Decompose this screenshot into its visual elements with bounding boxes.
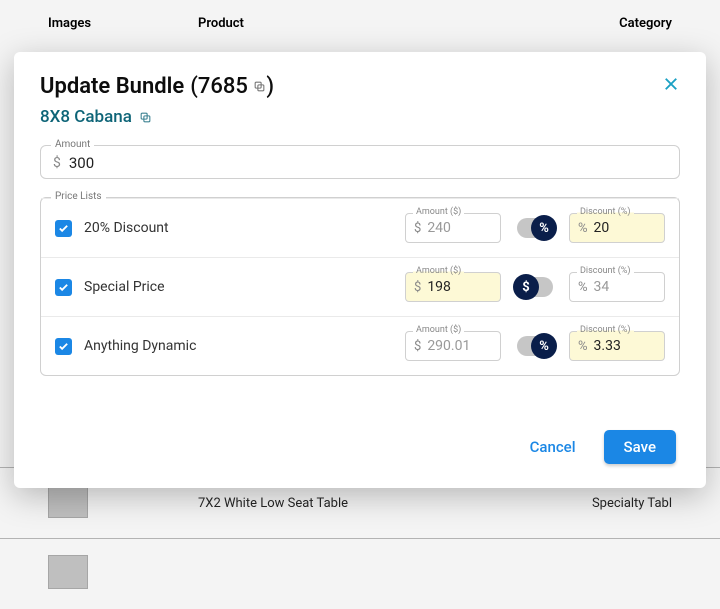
amount-field[interactable]: Amount ($) $ 290.01: [405, 331, 501, 361]
discount-value: 20: [594, 220, 656, 236]
discount-value: 34: [594, 279, 656, 295]
checkbox[interactable]: [55, 338, 72, 355]
percent-icon: %: [531, 215, 557, 241]
price-list-name: Anything Dynamic: [84, 338, 405, 354]
checkbox[interactable]: [55, 279, 72, 296]
save-button[interactable]: Save: [604, 430, 676, 464]
checkbox[interactable]: [55, 220, 72, 237]
discount-field[interactable]: Discount (%) % 3.33: [569, 331, 665, 361]
copy-icon[interactable]: [253, 80, 266, 93]
dollar-icon: $: [513, 274, 539, 300]
mode-toggle[interactable]: $: [517, 277, 553, 297]
price-list-name: 20% Discount: [84, 220, 405, 236]
price-lists-section: Price Lists 20% Discount Amount ($) $ 24…: [40, 197, 680, 376]
dollar-icon: $: [414, 280, 421, 295]
dialog-title: Update Bundle (7685 ): [40, 74, 274, 99]
dollar-icon: $: [414, 221, 421, 236]
discount-value: 3.33: [594, 338, 656, 354]
field-label: Discount (%): [577, 266, 634, 276]
bundle-id: 7685: [198, 74, 248, 99]
price-list-name: Special Price: [84, 279, 405, 295]
percent-icon: %: [531, 333, 557, 359]
percent-icon: %: [578, 221, 588, 236]
amount-field[interactable]: Amount ($) $ 198: [405, 272, 501, 302]
discount-field[interactable]: Discount (%) % 20: [569, 213, 665, 243]
price-list-row: Anything Dynamic Amount ($) $ 290.01 % D…: [41, 316, 679, 375]
mode-toggle[interactable]: %: [517, 218, 553, 238]
product-link[interactable]: 8X8 Cabana: [14, 105, 706, 141]
field-label: Discount (%): [577, 325, 634, 335]
amount-label: Amount: [51, 139, 94, 150]
percent-icon: %: [578, 280, 588, 295]
field-label: Amount ($): [413, 325, 464, 335]
amount-value: 240: [427, 220, 492, 236]
title-text: Update Bundle: [40, 74, 184, 99]
discount-field[interactable]: Discount (%) % 34: [569, 272, 665, 302]
price-list-row: Special Price Amount ($) $ 198 $ Discoun…: [41, 257, 679, 316]
amount-input[interactable]: [69, 154, 667, 172]
close-button[interactable]: [662, 75, 680, 98]
field-label: Discount (%): [577, 207, 634, 217]
amount-field[interactable]: Amount ($) $ 240: [405, 213, 501, 243]
price-list-row: 20% Discount Amount ($) $ 240 % Discount…: [41, 198, 679, 257]
close-icon: [662, 75, 680, 93]
price-lists-label: Price Lists: [51, 191, 106, 202]
cancel-button[interactable]: Cancel: [516, 430, 590, 464]
product-thumb: [48, 555, 88, 589]
percent-icon: %: [578, 339, 588, 354]
check-icon: [58, 223, 69, 234]
field-label: Amount ($): [413, 266, 464, 276]
mode-toggle[interactable]: %: [517, 336, 553, 356]
copy-icon[interactable]: [139, 111, 152, 124]
update-bundle-dialog: Update Bundle (7685 ) 8X8 Cabana Amount …: [14, 52, 706, 488]
field-label: Amount ($): [413, 207, 464, 217]
product-name: 8X8 Cabana: [40, 107, 132, 127]
amount-value: 290.01: [427, 338, 492, 354]
dollar-icon: $: [414, 339, 421, 354]
check-icon: [58, 341, 69, 352]
amount-value: 198: [427, 279, 492, 295]
check-icon: [58, 282, 69, 293]
table-row: [0, 538, 720, 609]
amount-field[interactable]: Amount $: [40, 145, 680, 179]
currency-prefix: $: [53, 155, 61, 171]
